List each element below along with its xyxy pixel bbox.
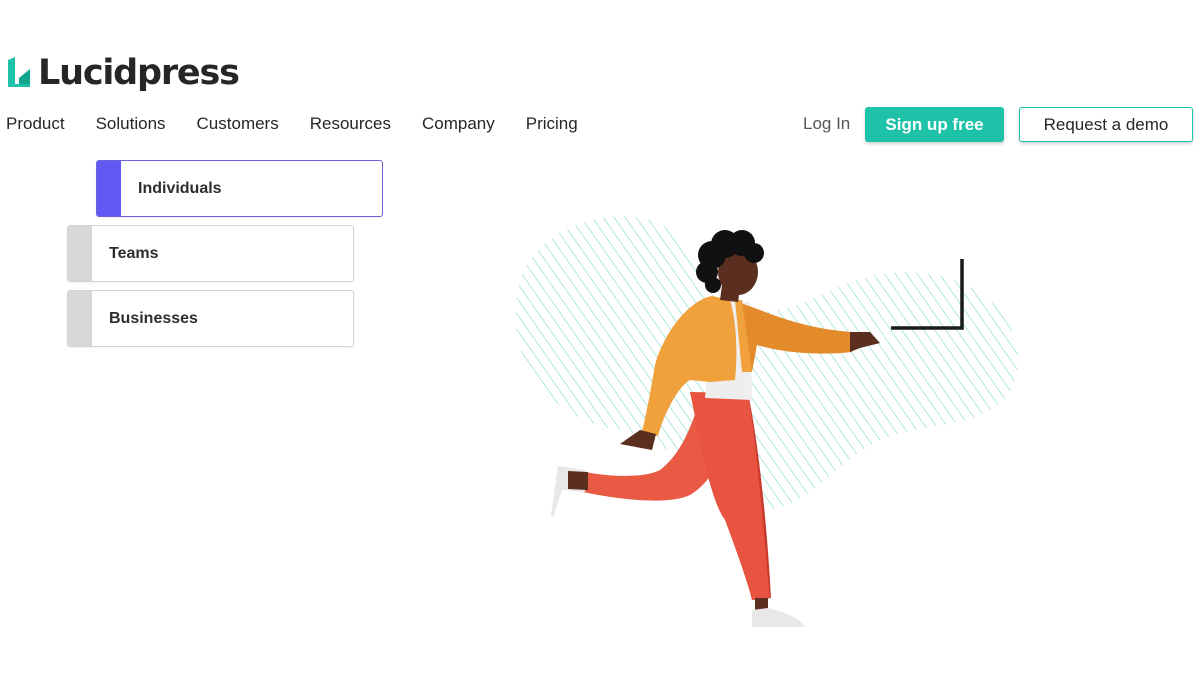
hatched-blob [515, 216, 1019, 510]
nav-item-customers[interactable]: Customers [197, 114, 279, 134]
login-link[interactable]: Log In [803, 114, 850, 134]
segment-indicator-bar [68, 226, 92, 281]
segment-label: Businesses [109, 309, 198, 327]
sign-up-button-label: Sign up free [885, 114, 984, 134]
segment-indicator-bar [97, 161, 121, 216]
logo[interactable]: Lucidpress [6, 53, 240, 93]
segment-label: Individuals [138, 179, 222, 197]
lucidpress-logo-mark-icon [8, 57, 30, 87]
segment-indicator-bar [68, 291, 92, 346]
segment-card-individuals[interactable]: Individuals [96, 160, 383, 217]
segment-label: Teams [109, 244, 159, 262]
main-nav: Product Solutions Customers Resources Co… [6, 114, 609, 134]
request-demo-button-label: Request a demo [1043, 114, 1169, 134]
nav-item-solutions[interactable]: Solutions [96, 114, 166, 134]
nav-item-product[interactable]: Product [6, 114, 65, 134]
sign-up-button[interactable]: Sign up free [865, 107, 1004, 142]
nav-item-pricing[interactable]: Pricing [526, 114, 578, 134]
logo-text: Lucidpress [38, 53, 240, 93]
segment-card-businesses[interactable]: Businesses [67, 290, 354, 347]
segment-card-teams[interactable]: Teams [67, 225, 354, 282]
person-pointing-illustration [515, 216, 1019, 627]
request-demo-button[interactable]: Request a demo [1019, 107, 1193, 142]
nav-item-resources[interactable]: Resources [310, 114, 391, 134]
nav-item-company[interactable]: Company [422, 114, 495, 134]
